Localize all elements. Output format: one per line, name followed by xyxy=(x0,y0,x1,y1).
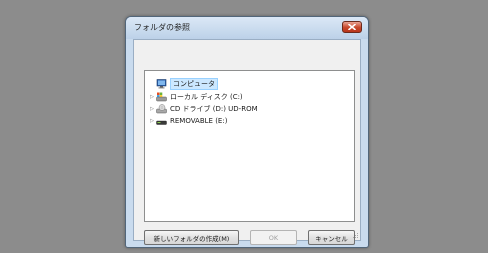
tree-expander[interactable]: ▷ xyxy=(148,106,156,112)
new-folder-button[interactable]: 新しいフォルダの作成(M) xyxy=(144,230,239,245)
dialog-body: コンピュータ ▷ ローカル ディスク (C:) ▷ CD ドライブ (D:) U… xyxy=(133,39,361,245)
local-disk-icon xyxy=(156,92,167,102)
tree-expander[interactable]: ▷ xyxy=(148,118,156,124)
tree-item-label: ローカル ディスク (C:) xyxy=(170,93,243,101)
tree-expander[interactable]: ▷ xyxy=(148,94,156,100)
resize-grip-icon[interactable] xyxy=(352,232,359,239)
cancel-button[interactable]: キャンセル xyxy=(308,230,355,245)
tree-item-label: REMOVABLE (E:) xyxy=(170,117,228,125)
tree-item-removable[interactable]: ▷ REMOVABLE (E:) xyxy=(148,115,227,127)
browse-folder-dialog: フォルダの参照 コンピュータ ▷ ローカル ディスク (C:) ▷ CD ドライ… xyxy=(125,16,369,248)
computer-icon xyxy=(156,79,167,89)
tree-item-computer[interactable]: コンピュータ xyxy=(148,78,218,90)
close-icon xyxy=(348,24,356,30)
close-button[interactable] xyxy=(342,21,362,33)
tree-item-label: CD ドライブ (D:) UD-ROM xyxy=(170,105,258,113)
folder-tree[interactable]: コンピュータ ▷ ローカル ディスク (C:) ▷ CD ドライブ (D:) U… xyxy=(144,70,355,222)
tree-item-label: コンピュータ xyxy=(170,78,218,90)
tree-item-cd-drive[interactable]: ▷ CD ドライブ (D:) UD-ROM xyxy=(148,103,258,115)
ok-button[interactable]: OK xyxy=(250,230,297,245)
title-bar[interactable]: フォルダの参照 xyxy=(126,17,368,39)
dialog-title: フォルダの参照 xyxy=(134,23,190,32)
tree-item-local-disk[interactable]: ▷ ローカル ディスク (C:) xyxy=(148,91,243,103)
removable-drive-icon xyxy=(156,116,167,126)
cd-drive-icon xyxy=(156,104,167,114)
